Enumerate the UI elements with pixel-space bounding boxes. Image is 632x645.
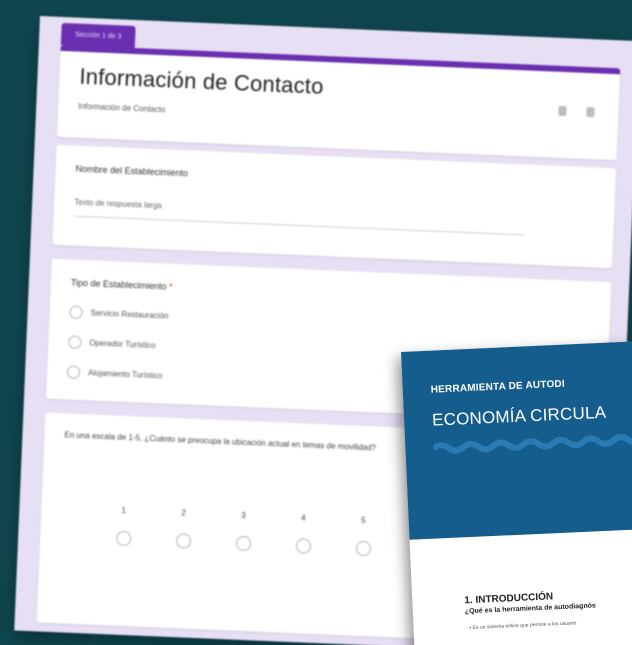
scale-radio[interactable] [295,538,312,554]
scale-value-label: 2 [181,508,186,518]
more-options-icon[interactable] [558,105,567,117]
radio-option-label: Alojamiento Turístico [87,368,163,381]
scale-radio[interactable] [175,533,192,549]
wave-decoration-icon [433,432,632,454]
radio-option-label: Operador Turístico [89,338,156,351]
collapse-icon[interactable] [586,106,595,118]
scale-value-label: 3 [241,510,246,521]
screenshot-scene: Sección 1 de 3 Información de Contacto I… [0,0,632,645]
scale-value-label: 4 [301,513,306,523]
radio-option[interactable]: Servicio Restauración [69,305,169,323]
radio-circle-icon[interactable] [68,335,82,350]
question-label-text: Tipo de Establecimiento [70,277,167,292]
scale-value-label: 5 [360,515,366,526]
section-badge: Sección 1 de 3 [60,22,136,48]
question-card-establishment-name[interactable]: Nombre del Establecimiento Texto de resp… [52,144,617,269]
form-header-card: Información de Contacto Información de C… [56,44,621,161]
long-answer-placeholder[interactable]: Texto de respuesta larga [74,198,162,211]
form-subtitle: Información de Contacto [78,101,166,115]
scale-radio[interactable] [355,540,372,557]
document-banner: HERRAMIENTA DE AUTODI ECONOMÍA CIRCULA [401,340,632,540]
question-label: En una escala de 1-5, ¿Cuánto se preocup… [64,430,377,453]
document-bullet: • Es un sistema online que permite a los… [469,620,577,632]
radio-option[interactable]: Operador Turístico [68,335,156,352]
radio-option[interactable]: Alojamiento Turístico [66,365,163,382]
document-heading: ECONOMÍA CIRCULA [431,402,607,430]
radio-option-label: Servicio Restauración [90,308,169,321]
required-asterisk: * [168,281,173,292]
scale-value-label: 1 [121,505,127,516]
question-label: Tipo de Establecimiento * [71,278,173,292]
radio-circle-icon[interactable] [66,365,81,379]
answer-underline [73,215,524,236]
question-label: Nombre del Establecimiento [75,163,189,179]
document-kicker: HERRAMIENTA DE AUTODI [430,378,566,396]
radio-circle-icon[interactable] [69,305,83,320]
scale-radio[interactable] [235,535,252,552]
form-title: Información de Contacto [78,63,325,99]
document-preview: HERRAMIENTA DE AUTODI ECONOMÍA CIRCULA 1… [401,340,632,645]
scale-radio[interactable] [115,530,132,547]
